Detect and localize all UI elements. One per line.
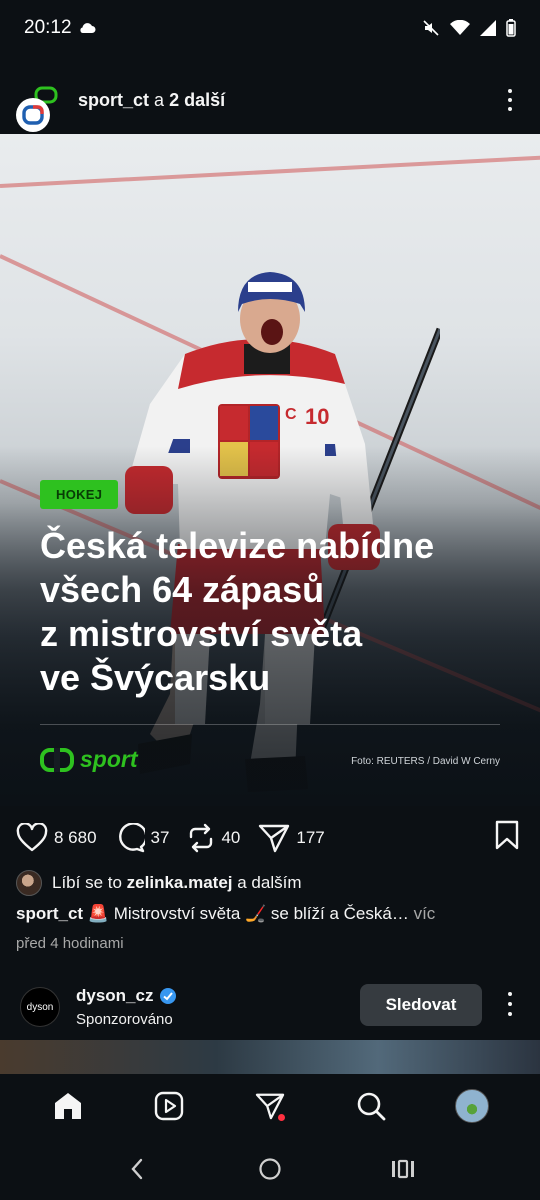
account-avatar[interactable] [16,80,58,132]
post-author[interactable]: sport_ct a 2 další [78,90,225,111]
back-chevron-icon [131,1158,142,1180]
category-tag: HOKEJ [40,480,119,509]
post-headline: Česká televize nabídne všech 64 zápasů z… [40,524,510,700]
post-image[interactable]: 10 C HOKEJ Česká televize nabídne všech … [0,134,540,806]
liked-by-text: Líbí se to zelinka.matej a dalším [52,873,301,893]
ct-logo-icon [22,105,44,125]
battery-icon [506,19,516,37]
status-left: 20:12 [24,17,96,39]
sponsor-name-row[interactable]: dyson_cz [76,986,177,1006]
collab-others[interactable]: 2 další [169,90,225,110]
sponsored-label: Sponzorováno [76,1011,173,1028]
comment-count: 37 [150,828,170,847]
sponsored-header: dyson dyson_cz Sponzorováno Sledovat [0,982,540,1032]
like-button[interactable]: 8 680 [16,823,97,853]
liked-by-prefix: Líbí se to [52,873,122,892]
comment-icon [118,823,145,853]
photo-credit: Foto: REUTERS / David W Cerny [351,756,500,767]
repost-button[interactable]: 40 [187,823,240,853]
follow-button[interactable]: Sledovat [360,984,482,1026]
post-caption[interactable]: sport_ct 🚨 Mistrovství světa 🏒 se blíží … [16,904,526,924]
svg-text:C: C [285,406,297,423]
headline-line: ve Švýcarsku [40,657,271,698]
mute-icon [423,20,439,36]
liked-by-avatar [16,870,42,896]
ct-logo-avatar [16,98,50,132]
svg-text:10: 10 [305,404,329,429]
recents-icon [392,1159,415,1179]
caption-more-link[interactable]: víc [414,904,436,923]
headline-line: všech 64 zápasů [40,569,325,610]
repost-count: 40 [221,828,241,847]
send-icon [259,824,290,853]
home-icon [55,1093,82,1119]
signal-icon [480,20,496,36]
system-back-button[interactable] [117,1149,157,1189]
cloud-icon [79,23,96,33]
liked-by-row[interactable]: Líbí se to zelinka.matej a dalším [16,870,301,896]
system-recents-button[interactable] [383,1149,423,1189]
sponsor-name[interactable]: dyson_cz [76,986,153,1006]
sponsor-info: dyson_cz Sponzorováno [76,986,177,1028]
next-post-image-preview[interactable] [0,1040,540,1074]
post-actions: 8 680 37 40 177 [0,818,540,858]
brand-text: sport [80,746,138,772]
headline-line: z mistrovství světa [40,613,363,654]
status-time: 20:12 [24,17,72,38]
system-home-button[interactable] [250,1149,290,1189]
verified-badge-icon [160,988,177,1004]
nav-home[interactable] [43,1081,93,1131]
post-header: sport_ct a 2 další [0,72,540,132]
bottom-nav [0,1074,540,1138]
bookmark-icon [495,820,519,850]
wifi-icon [450,20,470,35]
notification-dot [277,1114,285,1121]
caption-text: 🚨 Mistrovství světa 🏒 se blíží a Česká… [87,904,409,923]
headline-line: Česká televize nabídne [40,525,435,566]
nav-search[interactable] [346,1081,396,1131]
post-more-button[interactable] [500,86,520,114]
comment-button[interactable]: 37 [115,823,170,853]
status-bar: 20:12 [0,0,540,56]
post-account-name[interactable]: sport_ct [78,90,149,110]
status-icons [422,19,516,37]
share-count: 177 [296,828,325,847]
save-button[interactable] [494,820,520,855]
like-count: 8 680 [54,828,97,847]
caption-user[interactable]: sport_ct [16,904,83,923]
image-divider [40,724,500,725]
heart-icon [16,823,48,852]
nav-direct[interactable] [245,1081,295,1131]
sponsor-avatar[interactable]: dyson [20,987,60,1027]
ct-sport-logo: sport [40,746,138,773]
post-time: před 4 hodinami [16,935,124,952]
nav-reels[interactable] [144,1081,194,1131]
system-nav-bar [0,1138,540,1200]
nav-profile[interactable] [447,1081,497,1131]
liked-by-user[interactable]: zelinka.matej [127,873,233,892]
search-icon [357,1092,386,1121]
collab-connector: a [154,89,165,110]
sponsor-more-button[interactable] [504,992,516,1016]
home-circle-icon [259,1158,281,1180]
reels-icon [154,1091,184,1121]
rink-line [0,154,540,188]
profile-avatar [454,1089,489,1123]
ct-sport-logo-icon [40,747,74,772]
share-button[interactable]: 177 [258,823,325,853]
repost-icon [190,823,213,853]
liked-by-suffix: a dalším [237,873,302,892]
